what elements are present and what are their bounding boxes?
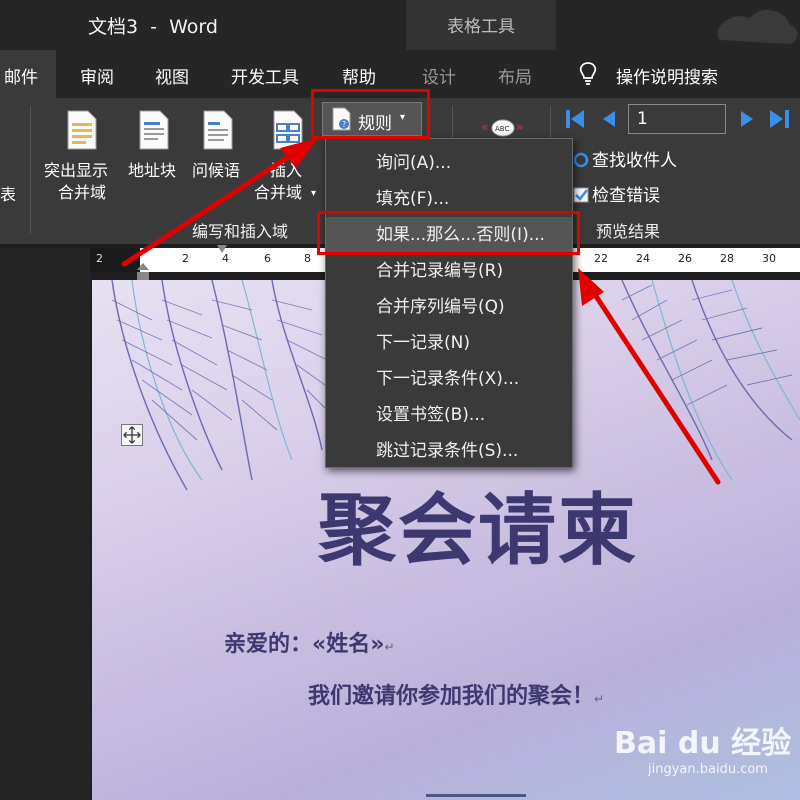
highlight-merge-fields-icon[interactable] (66, 110, 98, 150)
ruler-number: 6 (264, 252, 271, 265)
insert-merge-field-caret-icon[interactable]: ▾ (311, 183, 316, 205)
insert-merge-field-label-2[interactable]: 合并域 (254, 182, 302, 204)
ribbon-separator (30, 106, 31, 234)
highlight-merge-fields-label-1[interactable]: 突出显示 (44, 160, 108, 182)
rules-label[interactable]: 规则 (358, 109, 392, 134)
svg-text:?: ? (342, 120, 346, 129)
insert-merge-field-label-1[interactable]: 插入 (270, 160, 302, 182)
record-number-input[interactable] (628, 104, 726, 134)
document-left-margin (0, 248, 90, 800)
greeting-text: 亲爱的：«姓名» (224, 632, 385, 657)
ruler-number: 22 (594, 252, 608, 265)
menu-item-if-then-else[interactable]: 如果...那么...否则(I)... (326, 217, 572, 253)
menu-item-set-bookmark[interactable]: 设置书签(B)... (326, 397, 572, 433)
lightbulb-icon[interactable] (578, 61, 598, 87)
title-bar-decoration (717, 9, 798, 44)
previous-record-icon[interactable] (600, 110, 618, 128)
check-errors-icon (573, 187, 589, 203)
address-block-icon[interactable] (138, 110, 170, 150)
table-tools-label: 表格工具 (447, 17, 515, 37)
ruler-number: 8 (304, 252, 311, 265)
paragraph-mark-icon: ↵ (594, 692, 605, 706)
check-errors-label: 检查错误 (592, 186, 660, 206)
next-record-icon[interactable] (738, 110, 756, 128)
svg-text:»: » (516, 120, 523, 134)
tab-table-design[interactable]: 设计 (422, 63, 456, 88)
find-recipient-button[interactable]: 查找收件人 (572, 146, 677, 171)
ruler-number: 24 (636, 252, 650, 265)
tab-help[interactable]: 帮助 (342, 63, 376, 88)
menu-item-fill-in[interactable]: 填充(F)... (326, 181, 572, 217)
svg-text:«: « (481, 120, 488, 134)
svg-text:ABC: ABC (495, 125, 509, 133)
find-recipient-icon (573, 152, 589, 168)
tab-review[interactable]: 审阅 (80, 63, 114, 88)
document-heading: 聚会请柬 (318, 486, 639, 576)
ribbon-left-cut-label: 表 (0, 185, 17, 204)
paragraph-mark-icon: ↵ (384, 640, 395, 654)
greeting-line-icon[interactable] (202, 110, 234, 150)
baidu-jingyan-watermark-url: jingyan.baidu.com (648, 762, 768, 777)
ruler-number: 26 (678, 252, 692, 265)
tab-view[interactable]: 视图 (155, 63, 189, 88)
address-block-label[interactable]: 地址块 (128, 160, 176, 182)
baidu-jingyan-watermark-logo: Bai du 经验 (614, 726, 792, 761)
menu-item-next-record-if[interactable]: 下一记录条件(X)... (326, 361, 572, 397)
tab-stop-marker-icon[interactable] (216, 244, 228, 254)
indent-marker-icon[interactable] (136, 262, 150, 282)
insert-merge-field-icon[interactable] (272, 110, 304, 150)
menu-item-ask[interactable]: 询问(A)... (326, 145, 572, 181)
check-errors-button[interactable]: 检查错误 (572, 181, 660, 206)
tab-developer[interactable]: 开发工具 (231, 63, 299, 88)
highlight-merge-fields-label-2[interactable]: 合并域 (58, 182, 106, 204)
preview-results-group-label: 预览结果 (596, 222, 661, 241)
rules-dropdown-menu: 询问(A)... 填充(F)... 如果...那么...否则(I)... 合并记… (325, 138, 573, 468)
ruler-number: 30 (762, 252, 776, 265)
rules-icon[interactable]: ? (332, 107, 352, 131)
document-invite-text: 我们邀请你参加我们的聚会！↵ (308, 678, 604, 710)
find-recipient-label: 查找收件人 (592, 151, 677, 171)
window-title: 文档3 - Word (88, 16, 218, 38)
menu-item-skip-record-if[interactable]: 跳过记录条件(S)... (326, 433, 572, 469)
menu-item-merge-record-number[interactable]: 合并记录编号(R) (326, 253, 572, 289)
horizontal-scroll-thumb[interactable] (426, 794, 526, 797)
last-record-icon[interactable] (768, 108, 792, 130)
invite-text: 我们邀请你参加我们的聚会！ (308, 684, 595, 709)
document-greeting: 亲爱的：«姓名»↵ (224, 626, 395, 658)
tab-table-layout[interactable]: 布局 (498, 63, 532, 88)
greeting-line-label[interactable]: 问候语 (192, 160, 240, 182)
menu-item-merge-sequence-number[interactable]: 合并序列编号(Q) (326, 289, 572, 325)
table-move-handle-icon[interactable] (121, 424, 143, 446)
first-record-icon[interactable] (564, 108, 586, 130)
ruler-number: 28 (720, 252, 734, 265)
tab-mailings[interactable]: 邮件 (4, 63, 38, 88)
write-insert-fields-group-label: 编写和插入域 (191, 222, 288, 241)
rules-dropdown-caret-icon[interactable]: ▾ (400, 112, 405, 123)
tell-me-search[interactable]: 操作说明搜索 (616, 63, 718, 88)
ruler-number: 2 (96, 252, 103, 265)
ruler-number: 2 (182, 252, 189, 265)
menu-item-next-record[interactable]: 下一记录(N) (326, 325, 572, 361)
